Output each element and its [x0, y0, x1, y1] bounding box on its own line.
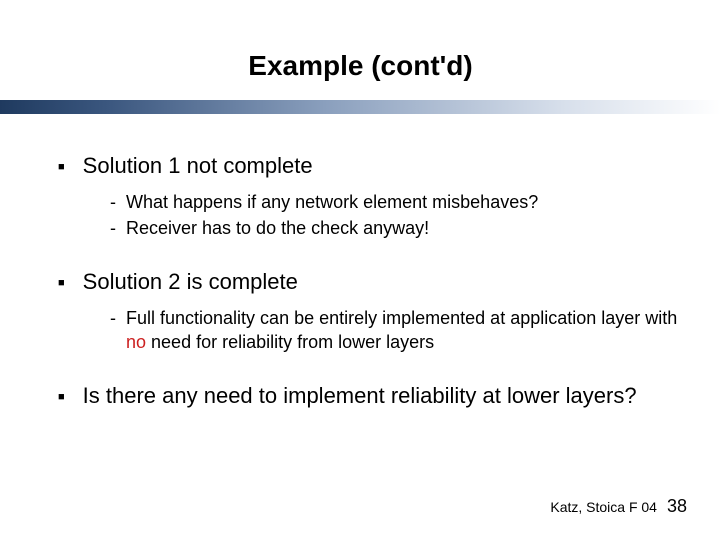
bullet-1: ■ Solution 1 not complete	[58, 152, 681, 180]
bullet-3-text: Is there any need to implement reliabili…	[83, 382, 637, 410]
bullet-1-text: Solution 1 not complete	[83, 152, 313, 180]
sub-bullet: - What happens if any network element mi…	[110, 190, 681, 214]
slide-title: Example (cont'd)	[0, 0, 721, 100]
slide: Example (cont'd) ■ Solution 1 not comple…	[0, 0, 721, 541]
page-number: 38	[667, 496, 687, 517]
dash-icon: -	[110, 216, 116, 240]
sub-text-after: need for reliability from lower layers	[146, 332, 434, 352]
sub-bullet-text: Full functionality can be entirely imple…	[126, 306, 681, 355]
sub-bullet-text: Receiver has to do the check anyway!	[126, 216, 429, 240]
dash-icon: -	[110, 190, 116, 214]
bullet-1-sublist: - What happens if any network element mi…	[110, 190, 681, 241]
bullet-2-sublist: - Full functionality can be entirely imp…	[110, 306, 681, 355]
bullet-3: ■ Is there any need to implement reliabi…	[58, 382, 681, 410]
content-area: ■ Solution 1 not complete - What happens…	[0, 114, 721, 410]
footer: Katz, Stoica F 04 38	[550, 496, 687, 517]
square-bullet-icon: ■	[58, 161, 65, 175]
divider-bar	[0, 100, 721, 114]
sub-bullet: - Receiver has to do the check anyway!	[110, 216, 681, 240]
square-bullet-icon: ■	[58, 277, 65, 291]
bullet-2-text: Solution 2 is complete	[83, 268, 298, 296]
bullet-2: ■ Solution 2 is complete	[58, 268, 681, 296]
sub-text-before: Full functionality can be entirely imple…	[126, 308, 677, 328]
sub-bullet: - Full functionality can be entirely imp…	[110, 306, 681, 355]
footer-credit: Katz, Stoica F 04	[550, 499, 657, 515]
dash-icon: -	[110, 306, 116, 330]
square-bullet-icon: ■	[58, 391, 65, 405]
sub-bullet-text: What happens if any network element misb…	[126, 190, 538, 214]
sub-text-highlight: no	[126, 332, 146, 352]
